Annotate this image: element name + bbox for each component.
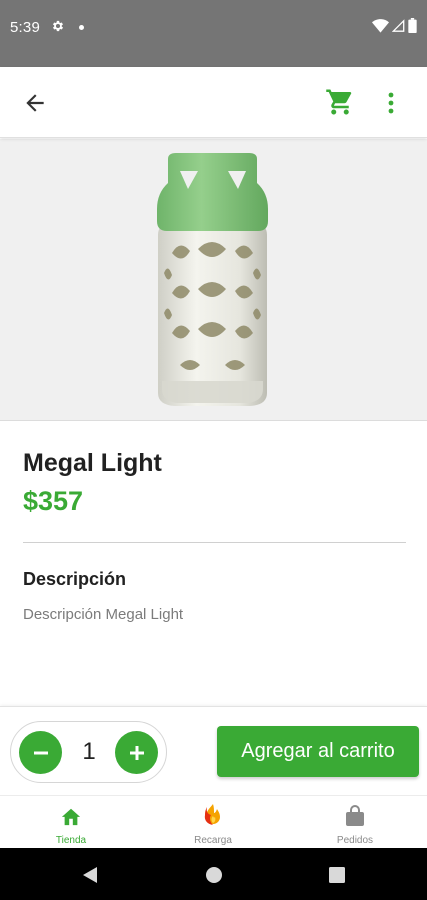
quantity-value: 1 xyxy=(82,738,96,765)
triangle-back-icon[interactable] xyxy=(79,864,101,886)
plus-icon xyxy=(129,745,144,760)
quantity-stepper: 1 xyxy=(10,721,167,783)
circle-home-icon[interactable] xyxy=(203,864,225,886)
nav-item-recarga[interactable]: Recarga xyxy=(142,796,284,849)
gear-icon xyxy=(52,20,64,32)
gas-cylinder-image xyxy=(157,153,268,406)
back-button[interactable] xyxy=(18,87,52,119)
status-time: 5:39 xyxy=(10,19,40,36)
description-text: Descripción Megal Light xyxy=(23,606,184,623)
add-to-cart-button[interactable]: Agregar al carrito xyxy=(217,726,419,777)
product-name: Megal Light xyxy=(23,449,162,477)
nav-item-tienda[interactable]: Tienda xyxy=(0,796,142,849)
notification-dot-icon xyxy=(79,25,84,30)
flame-icon xyxy=(201,804,225,828)
product-price: $357 xyxy=(23,486,84,516)
nav-item-pedidos[interactable]: Pedidos xyxy=(284,796,426,849)
store-home-icon xyxy=(59,804,83,828)
divider xyxy=(23,542,406,543)
decrease-quantity-button[interactable] xyxy=(19,731,62,774)
shopping-cart-icon xyxy=(326,89,352,115)
more-options-button[interactable] xyxy=(380,87,402,119)
square-recents-icon[interactable] xyxy=(326,864,348,886)
status-icons xyxy=(372,18,417,33)
purchase-bar: 1 Agregar al carrito xyxy=(0,706,427,795)
status-bar: 5:39 xyxy=(0,0,427,67)
bottom-navigation: Tienda Recarga Pedidos xyxy=(0,795,427,848)
increase-quantity-button[interactable] xyxy=(115,731,158,774)
nav-label: Pedidos xyxy=(336,835,374,846)
more-vert-icon xyxy=(388,92,394,114)
app-bar xyxy=(0,67,427,138)
signal-icon xyxy=(392,18,405,32)
battery-icon xyxy=(408,18,417,33)
nav-label: Recarga xyxy=(194,835,232,846)
minus-icon xyxy=(33,751,48,754)
product-image-area xyxy=(0,139,427,421)
cart-button[interactable] xyxy=(322,85,358,119)
wifi-icon xyxy=(372,19,389,33)
arrow-back-icon xyxy=(26,94,44,112)
description-title: Descripción xyxy=(23,569,127,589)
nav-label: Tienda xyxy=(55,835,87,846)
system-navigation-bar xyxy=(0,848,427,900)
shopping-bag-icon xyxy=(343,804,367,828)
